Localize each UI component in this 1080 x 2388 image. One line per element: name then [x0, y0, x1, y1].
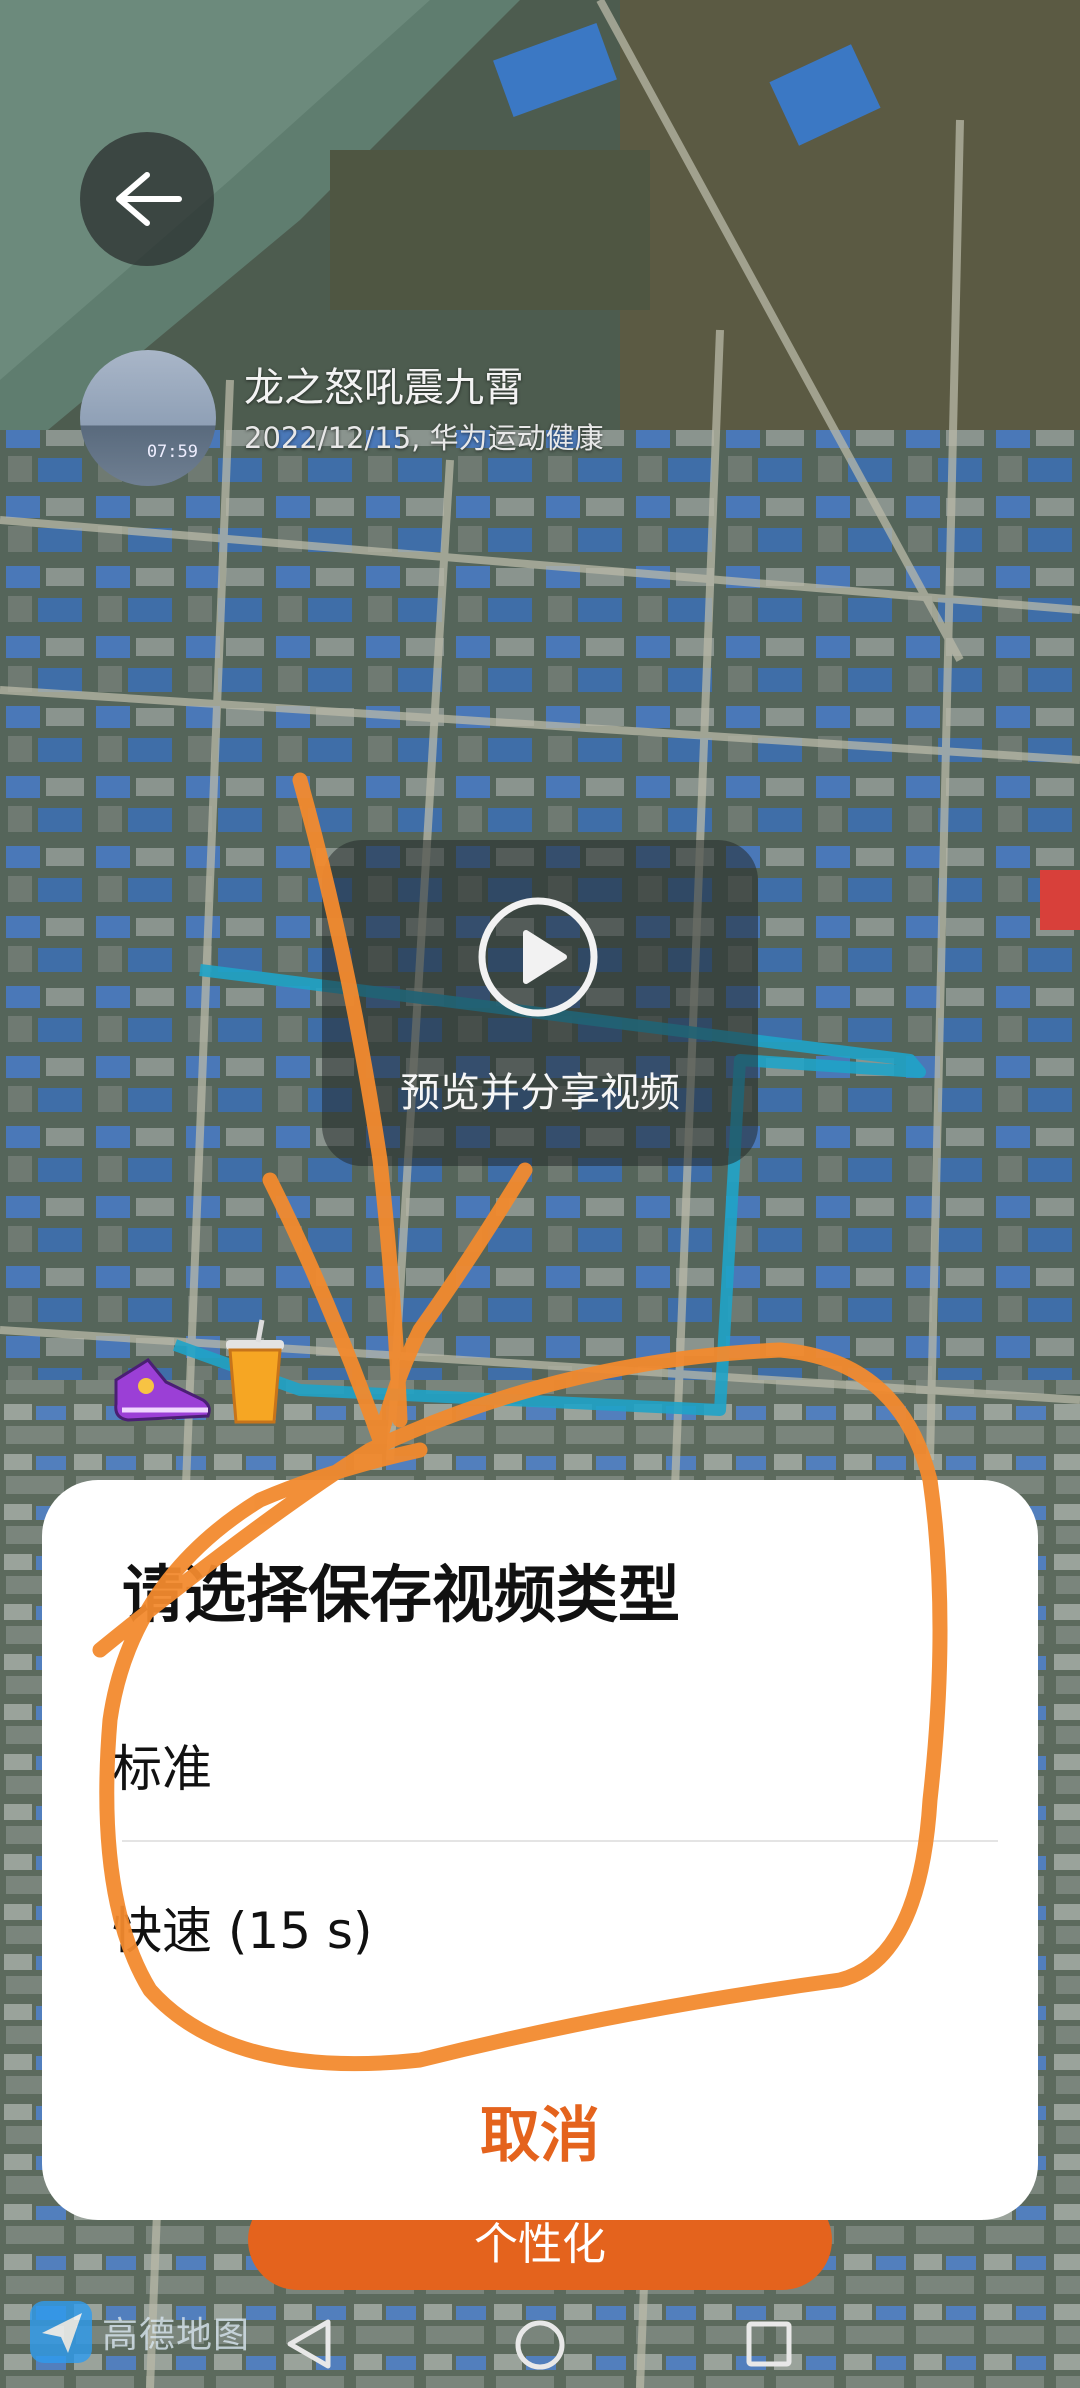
- arrow-left-icon: [116, 172, 182, 226]
- play-icon[interactable]: [476, 895, 600, 1019]
- activity-meta: 2022/12/15, 华为运动健康: [244, 421, 604, 455]
- recents-square-icon[interactable]: [745, 2320, 793, 2368]
- save-video-type-dialog: 请选择保存视频类型 标准 快速 (15 s) 取消: [42, 1480, 1038, 2220]
- option-standard[interactable]: 标准: [112, 1690, 998, 1840]
- sneaker-icon: [114, 1358, 211, 1422]
- option-fast[interactable]: 快速 (15 s): [112, 1852, 998, 2002]
- preview-share-video-label: 预览并分享视频: [400, 1070, 680, 1116]
- option-divider: [122, 1840, 998, 1842]
- system-navbar: [0, 2300, 1080, 2388]
- cancel-button[interactable]: 取消: [42, 2080, 1038, 2180]
- avatar[interactable]: 07:59: [80, 350, 216, 486]
- avatar-time: 07:59: [146, 442, 198, 462]
- user-name: 龙之怒吼震九霄: [244, 365, 524, 411]
- dialog-title: 请选择保存视频类型: [122, 1558, 681, 1631]
- back-button[interactable]: [80, 132, 214, 266]
- back-triangle-icon[interactable]: [284, 2318, 334, 2370]
- home-circle-icon[interactable]: [513, 2318, 567, 2372]
- drink-cup-icon: [226, 1319, 284, 1424]
